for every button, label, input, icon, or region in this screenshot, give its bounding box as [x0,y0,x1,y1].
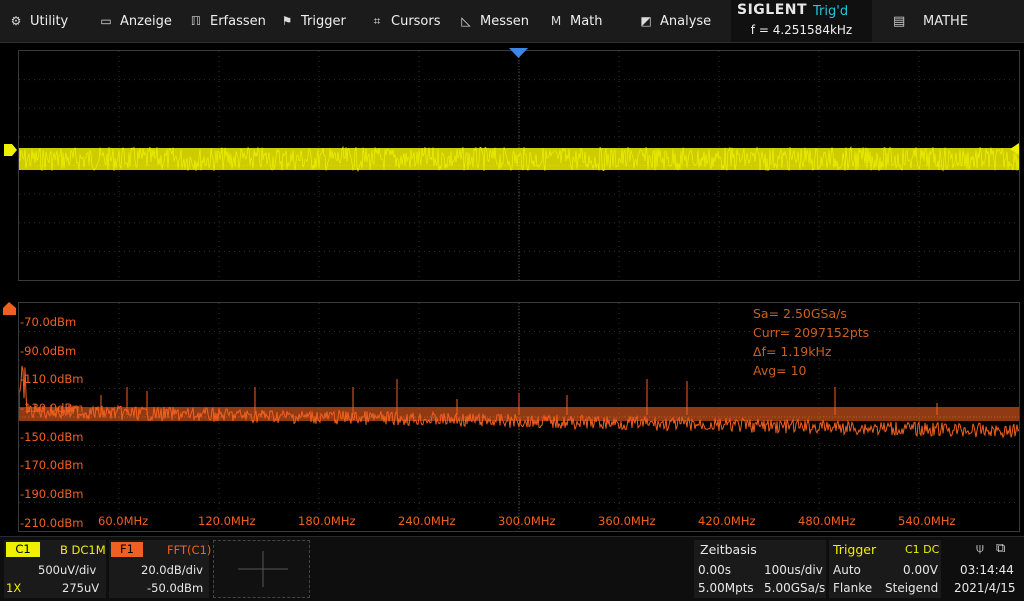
mathe-button-label: MATHE [923,13,969,29]
timebase-title: Zeitbasis [700,542,757,557]
freq-label: 540.0MHz [898,514,956,528]
menu-messen-label: Messen [480,13,529,29]
menu-trigger-label: Trigger [301,13,346,29]
timebase-delay: 0.00s [698,563,731,577]
function1-panel[interactable]: F1 FFT(C1) 20.0dB/div -50.0dBm [109,540,212,598]
doc-icon: ▤ [893,13,906,29]
trigger-status: Trig'd [813,4,849,19]
fft-points: Curr= 2097152pts [753,325,870,340]
menu-trigger[interactable]: ⚑ Trigger [279,0,346,42]
db-label: -170.0dBm [20,458,84,472]
freq-label: 300.0MHz [498,514,556,528]
trigger-mode: Auto [833,563,861,577]
math-icon: M [550,14,562,28]
menu-erfassen-label: Erfassen [210,13,266,29]
db-label: -90.0dBm [20,344,77,358]
channel1-offset: 275uV [62,581,100,595]
channel1-badge: C1 [6,542,40,557]
function1-scale: 20.0dB/div [141,563,203,577]
menu-math[interactable]: M Math [548,0,603,42]
trigger-level: 0.00V [903,563,938,577]
freq-label: 60.0MHz [98,514,149,528]
c1-offset-marker[interactable] [4,144,18,156]
menu-utility-label: Utility [30,13,69,29]
menu-cursors[interactable]: ⌗ Cursors [369,0,441,42]
function1-offset: -50.0dBm [147,581,204,595]
db-label: -190.0dBm [20,487,84,501]
trigger-frequency: f = 4.251584kHz [750,23,853,37]
freq-label: 420.0MHz [698,514,756,528]
usb-icon: ⍦ [976,541,984,556]
clock-area: ⍦ ⧉ 03:14:44 2021/4/15 [944,540,1022,598]
brand-status: SIGLENT Trig'd f = 4.251584kHz [731,0,872,42]
f1-marker[interactable] [3,302,19,316]
menu-math-label: Math [570,13,603,29]
freq-label: 360.0MHz [598,514,656,528]
menu-anzeige-label: Anzeige [120,13,172,29]
flag-icon: ⚑ [281,14,293,28]
trigger-level-marker[interactable] [1010,143,1020,155]
mathe-button[interactable]: ▤ MATHE [885,0,1024,42]
freq-label: 180.0MHz [298,514,356,528]
trigger-source: C1 DC [905,543,940,556]
timebase-rate: 5.00GSa/s [764,581,826,595]
analysis-icon: ◩ [640,14,652,28]
menu-erfassen[interactable]: ℿ Erfassen [188,0,266,42]
trigger-panel[interactable]: Trigger C1 DC Auto 0.00V Flanke Steigend [829,540,941,598]
db-label: -110.0dBm [20,372,84,386]
fft-sample-rate: Sa= 2.50GSa/s [753,306,847,321]
db-label: -210.0dBm [20,516,84,530]
menu-messen[interactable]: ◺ Messen [458,0,529,42]
db-label: -130.0dBm [20,401,84,415]
monitor-icon: ▭ [100,14,112,28]
trigger-type: Flanke [833,581,873,595]
function1-source: FFT(C1) [167,543,212,557]
function1-badge: F1 [111,542,143,557]
trigger-slope: Steigend [885,581,939,595]
menu-cursors-label: Cursors [391,13,441,29]
db-label: -70.0dBm [20,315,77,329]
ruler-icon: ◺ [461,14,471,28]
fft-resolution: Δf= 1.19kHz [753,344,832,359]
timebase-depth: 5.00Mpts [698,581,754,595]
menu-analyse-label: Analyse [660,13,712,29]
fft-grid[interactable] [18,302,1020,532]
crosshair-icon: ⌗ [373,13,381,28]
freq-label: 120.0MHz [198,514,256,528]
channel1-coupling: B DC1M [60,543,106,557]
trigger-title: Trigger [833,542,877,557]
freq-label: 480.0MHz [798,514,856,528]
trigger-position-marker[interactable] [509,48,529,60]
clock-date: 2021/4/15 [954,581,1016,595]
channel1-probe: 1X [6,581,22,595]
menu-analyse[interactable]: ◩ Analyse [638,0,711,42]
plus-icon [238,551,288,587]
menu-anzeige[interactable]: ▭ Anzeige [98,0,172,42]
menu-bar: ⚙ Utility ▭ Anzeige ℿ Erfassen ⚑ Trigger… [0,0,1024,43]
time-domain-grid[interactable] [18,50,1020,281]
timebase-panel[interactable]: Zeitbasis 0.00s 100us/div 5.00Mpts 5.00G… [694,540,826,598]
network-icon: ⧉ [996,541,1006,556]
add-channel-slot[interactable] [213,540,310,598]
menu-utility[interactable]: ⚙ Utility [8,0,69,42]
channel1-scale: 500uV/div [38,563,97,577]
channel1-panel[interactable]: C1 B DC1M 500uV/div 1X 275uV [4,540,106,598]
db-label: -150.0dBm [20,430,84,444]
clock-time: 03:14:44 [960,563,1014,577]
acquire-icon: ℿ [190,14,202,28]
freq-label: 240.0MHz [398,514,456,528]
fft-average: Avg= 10 [753,363,807,378]
gear-icon: ⚙ [10,14,22,28]
brand-logo: SIGLENT [737,2,808,18]
timebase-scale: 100us/div [764,563,823,577]
